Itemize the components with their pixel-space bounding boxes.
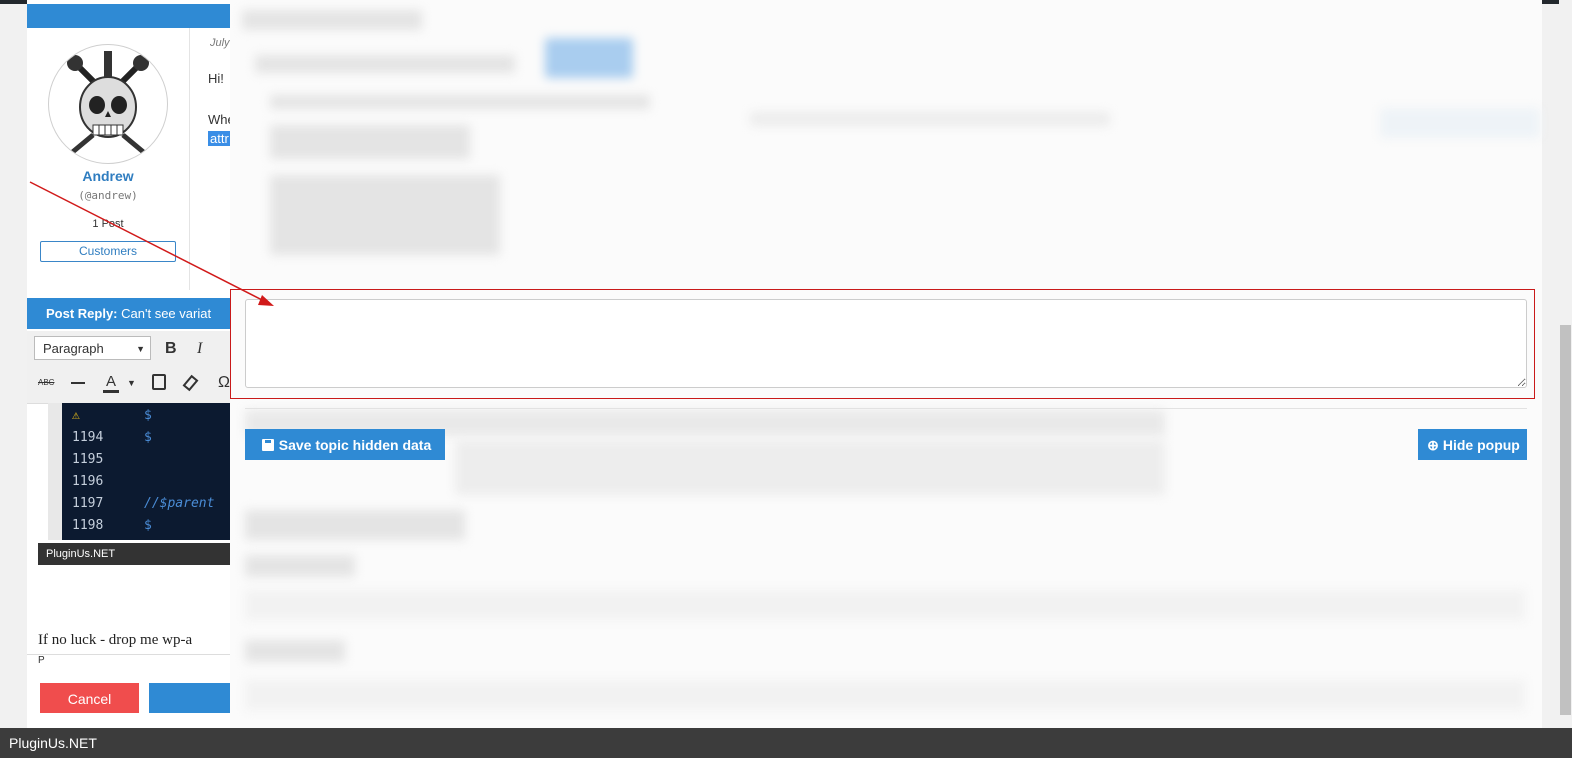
popup-scrollbar-thumb[interactable]: [1560, 325, 1571, 715]
blurred-content: [750, 112, 1110, 126]
format-select-value: Paragraph: [43, 341, 104, 356]
save-icon: [261, 439, 274, 451]
blurred-content: [255, 55, 515, 73]
author-post-count: 1 Post: [92, 218, 124, 230]
popup-divider: [245, 408, 1527, 409]
footer-watermark: PluginUs.NET: [0, 728, 1572, 758]
blurred-content: [245, 510, 465, 540]
cancel-button[interactable]: Cancel: [40, 683, 139, 713]
hide-popup-button[interactable]: ⊕ Hide popup: [1418, 429, 1527, 460]
blurred-content: [270, 95, 650, 109]
editor-content-text[interactable]: If no luck - drop me wp-a: [38, 632, 192, 649]
reply-header-label: Post Reply:: [46, 306, 118, 321]
code-screenshot: ⚠ $ 1194 $ 1195 1196 1197 //$parent 1198 $: [62, 403, 230, 540]
bold-icon[interactable]: B: [165, 340, 177, 358]
blurred-content: [242, 10, 422, 30]
submit-reply-button[interactable]: [149, 683, 234, 713]
save-button-label: Save topic hidden data: [278, 437, 432, 453]
blurred-content: [245, 590, 1525, 620]
warning-icon: ⚠: [72, 408, 80, 423]
post-date: July: [210, 37, 230, 49]
reply-header-title: Can't see variat: [121, 306, 212, 321]
editor-path-status: P: [27, 654, 237, 668]
special-character-icon[interactable]: Ω: [218, 374, 230, 392]
crosshair-icon: ⊕: [1427, 437, 1439, 453]
chevron-down-icon: ▼: [136, 344, 145, 354]
paragraph-format-select[interactable]: Paragraph ▼: [34, 336, 151, 360]
code-screenshot-gutter: [48, 403, 62, 540]
blurred-button: [545, 38, 633, 78]
line-number: 1195: [72, 452, 104, 467]
text-color-caret-icon[interactable]: ▼: [127, 378, 136, 388]
hidden-data-textarea[interactable]: [245, 299, 1527, 388]
line-number: 1198: [72, 518, 104, 533]
strikethrough-icon[interactable]: ABC: [38, 378, 54, 387]
skull-avatar-icon: [67, 51, 149, 157]
blurred-content: [455, 440, 1165, 495]
italic-icon[interactable]: I: [197, 340, 202, 358]
line-number: 1194: [72, 430, 104, 445]
save-topic-hidden-data-button[interactable]: Save topic hidden data: [245, 429, 445, 460]
author-avatar[interactable]: [48, 44, 168, 164]
blurred-content: [270, 125, 470, 159]
line-number: 1197: [72, 496, 104, 511]
blurred-content: [1380, 108, 1540, 138]
code-text: $: [144, 408, 152, 423]
code-text: $: [144, 430, 152, 445]
blurred-content: [270, 175, 500, 255]
blurred-content: [245, 555, 355, 577]
paste-text-icon[interactable]: [152, 374, 166, 390]
author-handle: (@andrew): [78, 189, 138, 202]
text-color-icon[interactable]: A: [103, 374, 119, 393]
line-number: 1196: [72, 474, 104, 489]
code-text: $: [144, 518, 152, 533]
image-watermark: PluginUs.NET: [38, 543, 231, 565]
code-comment: //$parent: [144, 496, 215, 511]
hide-button-label: Hide popup: [1442, 437, 1520, 453]
post-greeting: Hi!: [208, 71, 224, 86]
post-highlighted-text: attr: [208, 131, 231, 146]
author-role-badge: Customers: [40, 241, 176, 262]
reply-form-header: Post Reply: Can't see variat: [27, 298, 237, 329]
author-name[interactable]: Andrew: [27, 168, 189, 184]
horizontal-line-icon[interactable]: [71, 382, 85, 384]
blurred-content: [245, 680, 1525, 710]
blurred-content: [245, 640, 345, 662]
